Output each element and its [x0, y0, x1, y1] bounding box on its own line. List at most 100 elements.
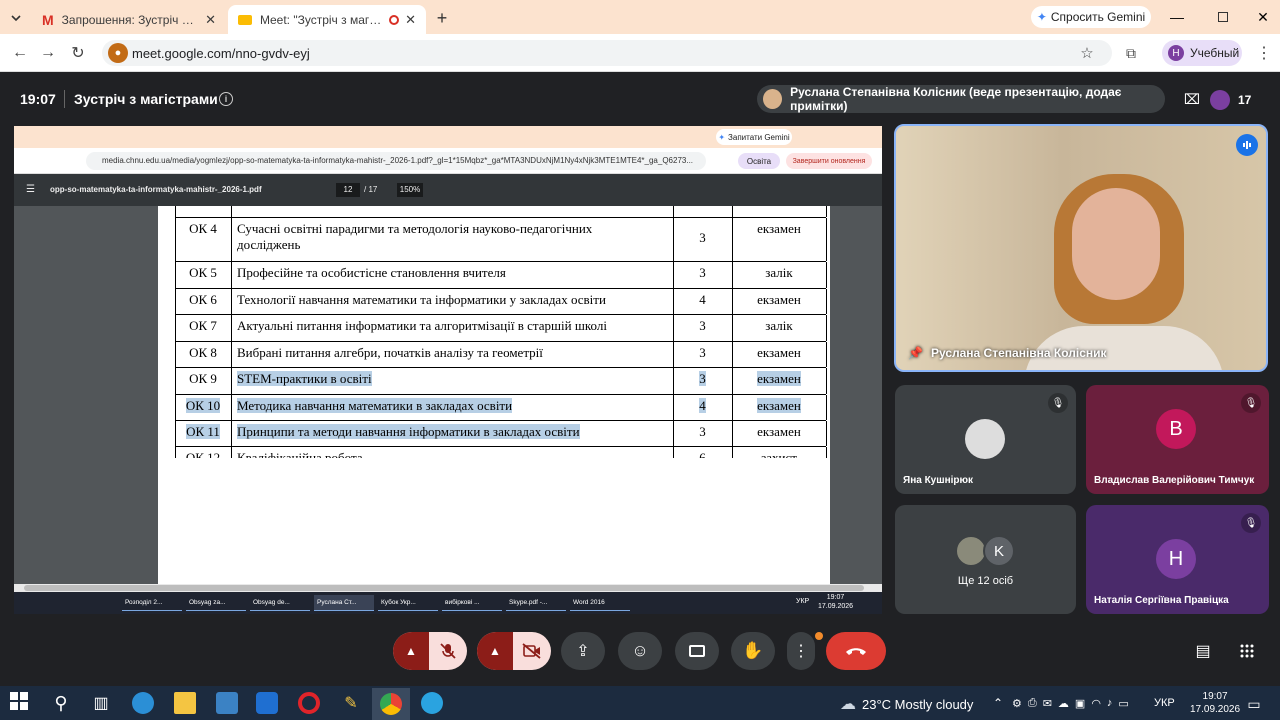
chrome-taskbar-active[interactable] — [372, 688, 410, 720]
pdf-filename: opp-so-matematyka-ta-informatyka-mahistr… — [50, 185, 262, 194]
gmail-icon: M — [42, 11, 54, 28]
mic-control[interactable]: ▲ — [393, 632, 467, 670]
maximize-icon[interactable] — [1214, 8, 1232, 26]
reload-icon[interactable]: ↻ — [68, 43, 88, 63]
participant-name: Владислав Валерійович Тимчук — [1094, 475, 1255, 486]
meet-header: 19:07 Зустріч з магістрами i Руслана Сте… — [0, 72, 1280, 126]
participant-tile-2[interactable]: В 🎙 Владислав Валерійович Тимчук — [1086, 385, 1269, 494]
edge-icon[interactable] — [132, 692, 154, 714]
info-icon[interactable]: i — [219, 92, 233, 106]
chrome-icon — [380, 693, 402, 715]
presenter-avatar — [763, 89, 783, 109]
file-explorer-icon[interactable] — [174, 692, 196, 714]
avatar: Н — [1168, 45, 1184, 61]
inner-profile: Освіта — [738, 153, 780, 169]
participant-tile-1[interactable]: 🎙 Яна Кушнірюк — [895, 385, 1076, 494]
new-tab-icon[interactable]: + — [432, 8, 452, 28]
activities-icon[interactable] — [1236, 640, 1258, 662]
system-tray: ⚙ ⎙ ✉ ☁ ▣ ◠ ♪ ▭ — [1012, 697, 1129, 710]
store-icon[interactable] — [216, 692, 238, 714]
volume-icon[interactable]: ♪ — [1107, 697, 1113, 710]
browser-tab-bar: M Запрошення: Зустріч з магістр ✕ Meet: … — [0, 0, 1280, 34]
camera-control[interactable]: ▲ — [477, 632, 551, 670]
tray-icon[interactable]: ☁ — [1058, 697, 1069, 710]
leave-call-button[interactable] — [826, 632, 886, 670]
extensions-icon[interactable]: ⧉ — [1122, 44, 1140, 62]
more-participants-label: Ще 12 осіб — [957, 575, 1014, 587]
tray-icon[interactable]: ⚙ — [1012, 697, 1022, 710]
mic-options-chevron-icon[interactable]: ▲ — [393, 632, 429, 670]
raise-hand-button[interactable]: ✋ — [731, 632, 775, 670]
close-tab-icon[interactable]: ✕ — [405, 12, 416, 28]
mic-site-icon[interactable]: ● — [108, 43, 128, 63]
horizontal-scrollbar — [14, 584, 882, 592]
inner-toolbar: media.chnu.edu.ua/media/yogmlezj/opp-so-… — [14, 148, 882, 174]
main-speaker-tile[interactable]: 📌 Руслана Степанівна Колісник — [894, 124, 1268, 372]
speaker-face — [1072, 188, 1160, 300]
participants-button[interactable]: 17 — [1210, 86, 1266, 114]
tray-icon[interactable]: ▣ — [1075, 697, 1085, 710]
meeting-time: 19:07 — [20, 91, 56, 107]
camera-off-icon[interactable] — [513, 632, 551, 670]
tab-search-icon[interactable] — [6, 8, 26, 28]
tab-meet[interactable]: Meet: "Зустріч з магістрамі ✕ — [228, 5, 426, 34]
gemini-icon: ✦ — [1036, 10, 1047, 24]
avatar: K — [983, 535, 1015, 567]
windows-start-icon[interactable] — [10, 692, 32, 714]
gemini-button[interactable]: ✦ Спросить Gemini — [1031, 6, 1151, 28]
minimize-icon[interactable]: — — [1168, 8, 1186, 26]
tray-icon[interactable]: ⎙ — [1028, 697, 1037, 710]
avatar — [965, 419, 1005, 459]
forward-icon[interactable]: → — [38, 43, 58, 63]
profile-chip[interactable]: Н Учебный — [1162, 40, 1242, 66]
mail-icon[interactable] — [256, 692, 278, 714]
inner-taskbar-app: Obsyag de... — [250, 595, 310, 611]
mic-off-icon[interactable] — [429, 632, 467, 670]
tray-chevron-up-icon[interactable]: ⌃ — [990, 694, 1006, 712]
close-tab-icon[interactable]: ✕ — [205, 12, 216, 28]
task-view-icon[interactable]: ▥ — [90, 692, 112, 714]
more-participants-tile[interactable]: K Ще 12 осіб — [895, 505, 1076, 614]
inner-gemini-button: ✦ Запитати Gemini — [716, 129, 792, 145]
inner-taskbar-app: Розподіл 2... — [122, 595, 182, 611]
keyboard-language[interactable]: УКР — [1154, 697, 1175, 709]
present-icon: ⇪ — [576, 643, 590, 660]
pen-app-icon[interactable]: ✎ — [340, 692, 362, 714]
wifi-icon[interactable]: ◠ — [1091, 697, 1101, 710]
present-screen-button[interactable]: ⇪ — [561, 632, 605, 670]
tray-icon[interactable]: ✉ — [1043, 697, 1052, 710]
close-window-icon[interactable]: ✕ — [1254, 8, 1272, 26]
battery-icon[interactable]: ▭ — [1118, 697, 1128, 710]
tab-invitation[interactable]: M Запрошення: Зустріч з магістр ✕ — [32, 5, 226, 34]
weather-widget[interactable]: ☁ 23°C Mostly cloudy — [840, 694, 973, 714]
notifications-icon[interactable]: ▭ — [1244, 694, 1264, 714]
bookmark-star-icon[interactable]: ☆ — [1078, 44, 1096, 62]
menu-dots-icon[interactable]: ⋮ — [1256, 44, 1272, 62]
mic-off-icon: 🎙 — [1241, 393, 1261, 413]
back-icon[interactable]: ← — [10, 43, 30, 63]
url-text: meet.google.com/nno-gvdv-eyj — [132, 46, 310, 61]
notification-dot — [815, 632, 823, 640]
speaking-indicator-icon — [1236, 134, 1258, 156]
participant-tile-4[interactable]: Н 🎙 Наталія Сергіївна Правіцка — [1086, 505, 1269, 614]
pdf-page-input: 12 — [336, 183, 360, 197]
emoji-icon: ☺ — [631, 641, 649, 660]
address-bar[interactable]: ● meet.google.com/nno-gvdv-eyj ☆ — [102, 40, 1112, 66]
people-icon — [1210, 90, 1230, 110]
system-clock[interactable]: 19:07 17.09.2026 — [1190, 690, 1240, 716]
avatar: Н — [1156, 539, 1196, 579]
presenter-banner[interactable]: Руслана Степанівна Колісник (веде презен… — [757, 85, 1165, 113]
telegram-icon[interactable] — [421, 692, 443, 714]
search-icon[interactable]: ⚲ — [50, 692, 72, 714]
more-options-button[interactable]: ⋮ — [787, 632, 815, 670]
pdf-toolbar: ☰ opp-so-matematyka-ta-informatyka-mahis… — [14, 174, 882, 206]
reactions-button[interactable]: ☺ — [618, 632, 662, 670]
inner-update-button: Завершити оновлення — [786, 153, 872, 169]
camera-options-chevron-icon[interactable]: ▲ — [477, 632, 513, 670]
inner-taskbar-app: Кубок Укр... — [378, 595, 438, 611]
hand-icon: ✋ — [742, 641, 764, 660]
captions-button[interactable] — [675, 632, 719, 670]
camera-off-icon[interactable]: ⌧ — [1182, 90, 1202, 108]
chat-icon[interactable]: ▤ — [1192, 640, 1214, 662]
opera-icon[interactable] — [298, 692, 320, 714]
